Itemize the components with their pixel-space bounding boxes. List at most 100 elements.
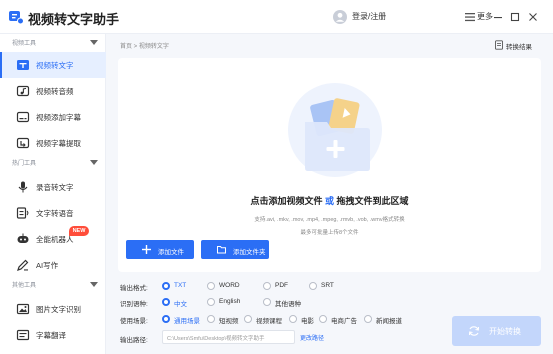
close-icon[interactable] [526, 10, 540, 24]
radio-indicator [319, 315, 327, 323]
sidebar-item-label: 视频添加字幕 [36, 113, 81, 122]
chevron-down-icon [90, 282, 98, 287]
radio-indicator [244, 315, 252, 323]
video-audio-icon [16, 85, 30, 97]
translate-icon [16, 329, 30, 341]
start-convert-button[interactable]: 开始转换 [452, 316, 541, 346]
drop-prompt[interactable]: 点击添加视频文件 或 拖拽文件到此区域 [118, 194, 541, 207]
sidebar-item-label: 图片文字识别 [36, 305, 81, 314]
folder-icon [217, 246, 226, 254]
sidebar-item-add-subtitle[interactable]: 视频添加字幕 [0, 104, 106, 130]
document-icon [495, 40, 503, 50]
sidebar-item-video-to-audio[interactable]: 视频转音频 [0, 78, 106, 104]
sidebar-item-label: 视频转音频 [36, 87, 74, 96]
radio-indicator [309, 282, 317, 290]
subtitle-extract-icon [16, 137, 30, 149]
sidebar-item-label: 视频转文字 [36, 61, 74, 70]
sidebar-item-label: 字幕翻译 [36, 331, 66, 340]
subtitle-add-icon [16, 111, 30, 123]
sidebar-item-label: 录音转文字 [36, 183, 74, 192]
convert-result-label: 转换结果 [506, 44, 532, 51]
more-menu-icon[interactable] [463, 10, 477, 24]
scene-option-label: 新闻报道 [376, 318, 402, 325]
video-text-icon [17, 60, 29, 70]
sidebar-section-hot-tools[interactable]: 热门工具 [0, 156, 106, 172]
sidebar: 视频工具 视频转文字 视频转音频 视频添加字幕 视频字幕提取 热门工具 录音转文… [0, 34, 106, 354]
change-path-link[interactable]: 更改路径 [300, 333, 324, 342]
radio-indicator [162, 315, 170, 323]
chevron-down-icon [90, 40, 98, 45]
sidebar-section-title: 其他工具 [12, 283, 37, 289]
scene-option-label: 视频课程 [256, 318, 282, 325]
radio-indicator [207, 282, 215, 290]
radio-indicator [207, 298, 215, 306]
minimize-icon[interactable] [491, 10, 505, 24]
image-ocr-icon [16, 303, 30, 315]
robot-icon [17, 233, 29, 243]
title-bar: 视频转文字助手 登录/注册 更多 [0, 0, 553, 34]
sidebar-item-video-to-text[interactable]: 视频转文字 [0, 52, 106, 78]
sidebar-item-ai-writing[interactable]: AI写作 [0, 252, 106, 278]
output-path-field[interactable]: C:\Users\Smfu\Desktop\视频转文字助手 [162, 330, 295, 344]
maximize-icon[interactable] [508, 10, 522, 24]
convert-icon [468, 326, 480, 336]
text-speech-icon [16, 207, 29, 219]
sidebar-item-robot[interactable]: 全能机器人 NEW [0, 226, 106, 252]
add-folder-button[interactable]: 添加文件夹 [201, 240, 269, 259]
sidebar-item-text-to-speech[interactable]: 文字转语音 [0, 200, 106, 226]
app-title: 视频转文字助手 [28, 12, 120, 27]
output-path-label: 输出路径: [120, 337, 148, 344]
scene-label: 使用场景: [120, 318, 148, 325]
drop-prompt-or: 或 [324, 196, 334, 206]
app-logo-icon [9, 11, 24, 25]
radio-indicator [263, 298, 271, 306]
format-option-label: TXT [174, 282, 187, 289]
radio-indicator [162, 282, 170, 290]
sidebar-section-video-tools[interactable]: 视频工具 [0, 36, 106, 52]
language-option-label: 其他语种 [275, 301, 301, 308]
login-link[interactable]: 登录/注册 [352, 11, 386, 22]
sidebar-item-label: AI写作 [36, 261, 59, 270]
sidebar-item-image-ocr[interactable]: 图片文字识别 [0, 296, 106, 322]
radio-indicator [207, 315, 215, 323]
format-option-label: WORD [219, 282, 240, 289]
avatar-icon[interactable] [333, 10, 347, 24]
radio-indicator [289, 315, 297, 323]
ai-write-icon [17, 259, 29, 271]
sidebar-section-title: 视频工具 [12, 41, 37, 47]
output-format-label: 输出格式: [120, 285, 148, 292]
scene-option-label: 电商广告 [331, 318, 357, 325]
upload-limit: 最多可批量上传8个文件 [300, 230, 359, 236]
plus-icon [142, 245, 151, 254]
language-option-label: 中文 [174, 301, 187, 308]
sidebar-item-recording-to-text[interactable]: 录音转文字 [0, 174, 106, 200]
start-convert-label: 开始转换 [489, 327, 521, 336]
microphone-icon [18, 181, 28, 193]
folder-upload-icon [288, 83, 382, 177]
scene-option-label: 电影 [301, 318, 314, 325]
scene-option-label: 短视频 [219, 318, 239, 325]
language-label: 识别语种: [120, 301, 148, 308]
sidebar-item-subtitle-translate[interactable]: 字幕翻译 [0, 322, 106, 348]
format-option-label: PDF [275, 282, 288, 289]
add-file-button[interactable]: 添加文件 [126, 240, 194, 259]
format-option-label: SRT [321, 282, 334, 289]
radio-indicator [162, 298, 170, 306]
radio-indicator [364, 315, 372, 323]
radio-indicator [263, 282, 271, 290]
language-option-label: English [219, 298, 241, 305]
supported-formats: 支持.avi, .mkv, .mov, .mp4, .mpeg, .rmvb, … [254, 217, 405, 223]
sidebar-section-other-tools[interactable]: 其他工具 [0, 278, 106, 294]
chevron-down-icon [90, 160, 98, 165]
add-file-label: 添加文件 [158, 249, 184, 256]
new-badge: NEW [69, 226, 89, 236]
sidebar-item-label: 视频字幕提取 [36, 139, 81, 148]
add-folder-label: 添加文件夹 [233, 249, 266, 256]
drop-prompt-drag: 拖拽文件到此区域 [336, 196, 409, 206]
sidebar-item-extract-subtitle[interactable]: 视频字幕提取 [0, 130, 106, 156]
breadcrumb: 首页 > 视频转文字 [120, 44, 169, 50]
scene-option-label: 通用场景 [174, 318, 200, 325]
sidebar-section-title: 热门工具 [12, 161, 37, 167]
sidebar-item-label: 文字转语音 [36, 209, 74, 218]
drop-prompt-add: 点击添加视频文件 [250, 196, 323, 206]
